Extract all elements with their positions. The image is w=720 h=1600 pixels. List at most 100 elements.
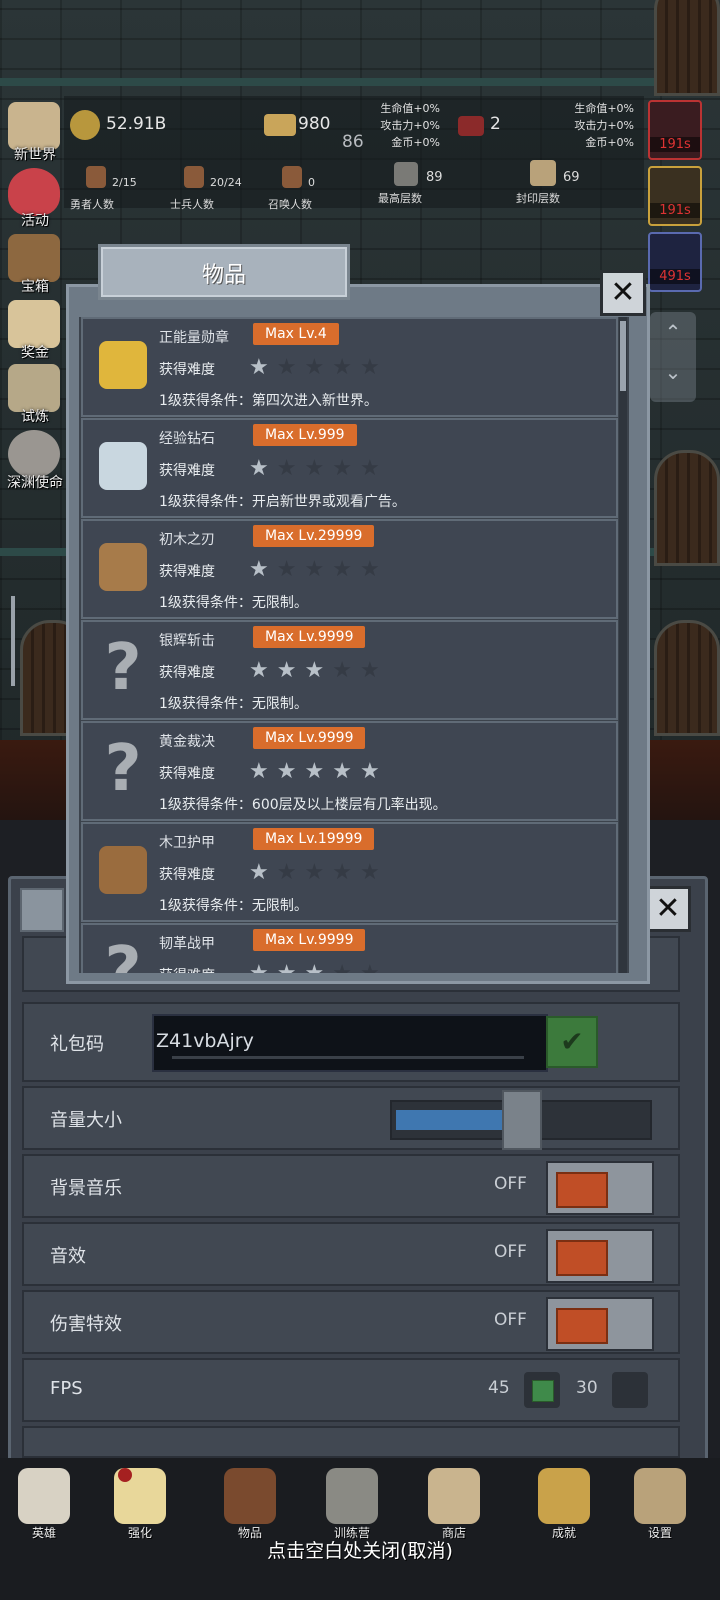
dungeon-door [654,450,720,566]
soldier-count-icon [184,166,204,188]
fps-row: FPS 45 30 [22,1358,680,1422]
bgm-row: 背景音乐 OFF [22,1154,680,1218]
star-empty-icon: ★ [332,557,360,582]
item-card[interactable]: ? 黄金裁决 Max Lv.9999 获得难度 ★★★★★ 1级获得条件：600层及以上楼… [81,721,618,821]
difficulty-stars: ★★★★★ [249,759,388,784]
max-floor-label: 最高层数 [378,192,422,205]
item-name: 正能量勋章 [159,330,229,346]
mug-icon [428,1468,480,1524]
star-empty-icon: ★ [276,456,305,481]
difficulty-stars: ★★★★★ [249,355,388,380]
item-name: 黄金裁决 [159,734,215,750]
orb-icon [8,430,60,478]
damage-effect-row: 伤害特效 OFF [22,1290,680,1354]
settings-title-plate [20,888,64,932]
star-filled-icon: ★ [249,557,277,582]
scroll-icon [530,160,556,186]
confirm-check-button[interactable]: ✔ [546,1016,598,1068]
star-filled-icon: ★ [332,759,360,784]
volume-slider-track[interactable] [390,1090,652,1150]
bgm-toggle[interactable] [546,1161,654,1215]
volume-slider-fill [396,1110,506,1130]
hero-count-label: 勇者人数 [70,198,114,211]
item-max-level-badge: Max Lv.999 [253,424,357,446]
fps-label: FPS [50,1378,83,1399]
soldier-count: 20/24 [210,176,242,189]
item-name: 韧革战甲 [159,936,215,952]
item-card[interactable]: 正能量勋章 Max Lv.4 获得难度 ★★★★★ 1级获得条件：第四次进入新世界。 [81,317,618,417]
star-empty-icon: ★ [360,961,388,973]
nav-cog[interactable]: 设置 [620,1464,700,1544]
lantern-icon [326,1468,378,1524]
bars-amount: 980 [298,114,331,134]
nav-mug[interactable]: 商店 [414,1464,494,1544]
side-scroll-indicator[interactable] [11,596,15,686]
hero-count-icon [86,166,106,188]
hero-count: 2/15 [112,176,137,189]
left-menu-bonus[interactable]: 奖金 [2,298,64,361]
item-card[interactable]: ? 银辉斩击 Max Lv.9999 获得难度 ★★★★★ 1级获得条件：无限制。 [81,620,618,720]
difficulty-label: 获得难度 [159,362,215,378]
volume-row: 音量大小 [22,1086,680,1150]
bonus-left: 生命值+0% 攻击力+0% 金币+0% [380,102,440,149]
left-menu-new-world[interactable]: 新世界 [2,100,64,163]
map-icon [8,102,60,150]
nav-key[interactable]: 成就 [524,1464,604,1544]
difficulty-label: 获得难度 [159,867,215,883]
difficulty-label: 获得难度 [159,463,215,479]
damage-effect-toggle[interactable] [546,1297,654,1351]
buff-timer-2[interactable]: 191s [648,166,702,226]
envelope-icon [8,300,60,348]
gold-bar-icon [264,114,296,136]
scroll-up-down-control[interactable]: ⌃ ⌄ [650,312,696,402]
fps-option-30-radio[interactable] [612,1372,648,1408]
items-cards: 正能量勋章 Max Lv.4 获得难度 ★★★★★ 1级获得条件：第四次进入新世界。 经验… [79,317,627,973]
volume-slider-handle[interactable] [502,1090,542,1150]
item-card[interactable]: 经验钻石 Max Lv.999 获得难度 ★★★★★ 1级获得条件：开启新世界或观看广告… [81,418,618,518]
star-empty-icon: ★ [304,860,333,885]
buff-timer-1[interactable]: 191s [648,100,702,160]
nav-lantern[interactable]: 训练营 [312,1464,392,1544]
star-filled-icon: ★ [276,658,305,683]
nav-skull[interactable]: 英雄 [4,1464,84,1544]
nav-candle[interactable]: 强化 [100,1464,180,1544]
settings-close-button[interactable]: ✕ [645,886,691,932]
dungeon-door [654,0,720,96]
left-menu-abyss[interactable]: 深渊使命 [2,428,64,491]
sfx-label: 音效 [50,1246,86,1267]
unknown-icon: ? [104,732,142,806]
left-menu-trial[interactable]: 试炼 [2,362,64,425]
star-empty-icon: ★ [359,658,388,683]
items-close-button[interactable]: ✕ [600,270,646,316]
fps-option-45-radio[interactable] [524,1372,560,1408]
item-name: 木卫护甲 [159,835,215,851]
sfx-toggle[interactable] [546,1229,654,1283]
item-condition: 1级获得条件：无限制。 [159,595,308,611]
item-card[interactable]: 初木之刃 Max Lv.29999 获得难度 ★★★★★ 1级获得条件：无限制。 [81,519,618,619]
item-condition: 1级获得条件：600层及以上楼层有几率出现。 [159,797,447,813]
volume-label: 音量大小 [50,1110,122,1131]
fps-option-30-label: 30 [576,1378,598,1398]
gem-amount: 2 [490,114,501,134]
star-filled-icon: ★ [359,759,388,784]
item-card[interactable]: ?韧革战甲Max Lv.9999获得难度★★★★★ [81,923,618,973]
item-card[interactable]: 木卫护甲 Max Lv.19999 获得难度 ★★★★★ 1级获得条件：无限制。 [81,822,618,922]
gift-code-input[interactable]: Z41vbAjry [152,1014,548,1072]
left-menu-chest[interactable]: 宝箱 [2,232,64,295]
item-max-level-badge: Max Lv.4 [253,323,339,345]
star-filled-icon: ★ [249,961,277,973]
item-max-level-badge: Max Lv.9999 [253,727,366,749]
star-empty-icon: ★ [276,355,305,380]
nav-book[interactable]: 物品 [210,1464,290,1544]
buff-timer-3[interactable]: 491s [648,232,702,292]
damage-effect-label: 伤害特效 [50,1314,122,1335]
summon-count-label: 召唤人数 [268,198,312,211]
star-empty-icon: ★ [359,860,388,885]
star-empty-icon: ★ [332,355,360,380]
items-title: 物品 [201,263,246,288]
left-menu-event[interactable]: 活动 [2,166,64,229]
max-floor: 89 [426,170,443,185]
star-filled-icon: ★ [249,860,277,885]
item-max-level-badge: Max Lv.9999 [253,929,366,951]
close-hint[interactable]: 点击空白处关闭(取消) [0,1536,720,1563]
